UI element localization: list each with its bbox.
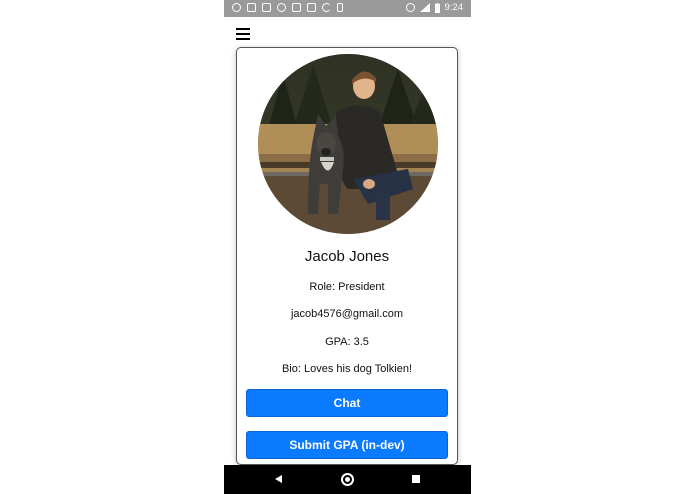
news-icon: [307, 3, 316, 12]
profile-role: Role: President: [309, 281, 385, 293]
battery-icon: [434, 2, 440, 13]
hamburger-menu-icon[interactable]: [236, 28, 250, 40]
avatar: [258, 54, 438, 234]
submit-gpa-button[interactable]: Submit GPA (in-dev): [246, 431, 448, 459]
gmail-icon: [262, 3, 271, 12]
twitch-icon: [247, 3, 256, 12]
chrome-icon: [277, 3, 286, 12]
profile-gpa: GPA: 3.5: [325, 336, 369, 348]
profile-card: Jacob Jones Role: President jacob4576@gm…: [236, 47, 458, 465]
phone-screen: 9:24 Jacob Jones Role: President jacob45…: [224, 0, 471, 494]
do-not-disturb-icon: [405, 3, 415, 12]
back-icon[interactable]: [275, 475, 282, 483]
instagram-icon: [292, 3, 301, 12]
recent-apps-icon[interactable]: [412, 475, 420, 483]
profile-email: jacob4576@gmail.com: [290, 308, 404, 320]
a-icon: [232, 3, 241, 12]
android-nav-bar: [224, 465, 471, 494]
refresh-icon: [322, 3, 331, 12]
phone-icon: [337, 3, 343, 12]
status-bar: 9:24: [224, 0, 471, 17]
profile-photo: [258, 54, 438, 234]
home-icon[interactable]: [341, 473, 354, 486]
profile-name: Jacob Jones: [304, 248, 390, 265]
system-icons: 9:24: [405, 2, 464, 13]
clock: 9:24: [444, 2, 464, 13]
chat-button[interactable]: Chat: [246, 389, 448, 417]
signal-icon: [419, 3, 430, 12]
notification-icons: [232, 3, 343, 12]
profile-bio: Bio: Loves his dog Tolkien!: [281, 363, 413, 375]
